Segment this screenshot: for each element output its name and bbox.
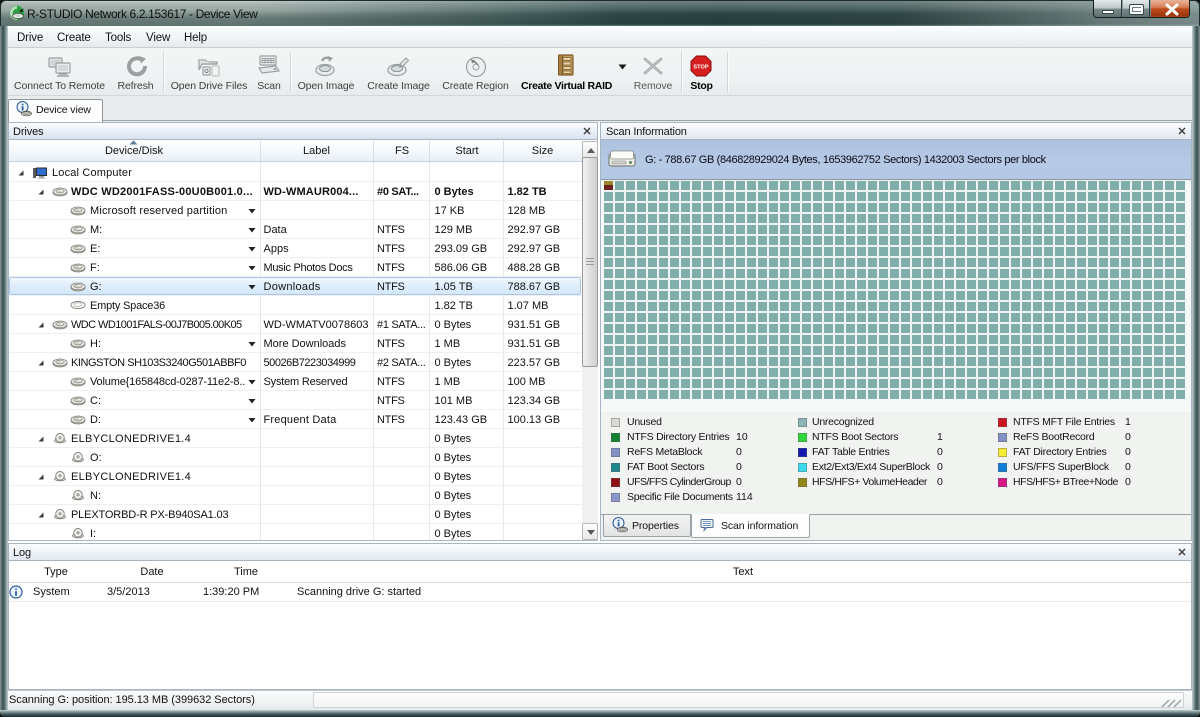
svg-text:STOP: STOP (693, 65, 708, 71)
